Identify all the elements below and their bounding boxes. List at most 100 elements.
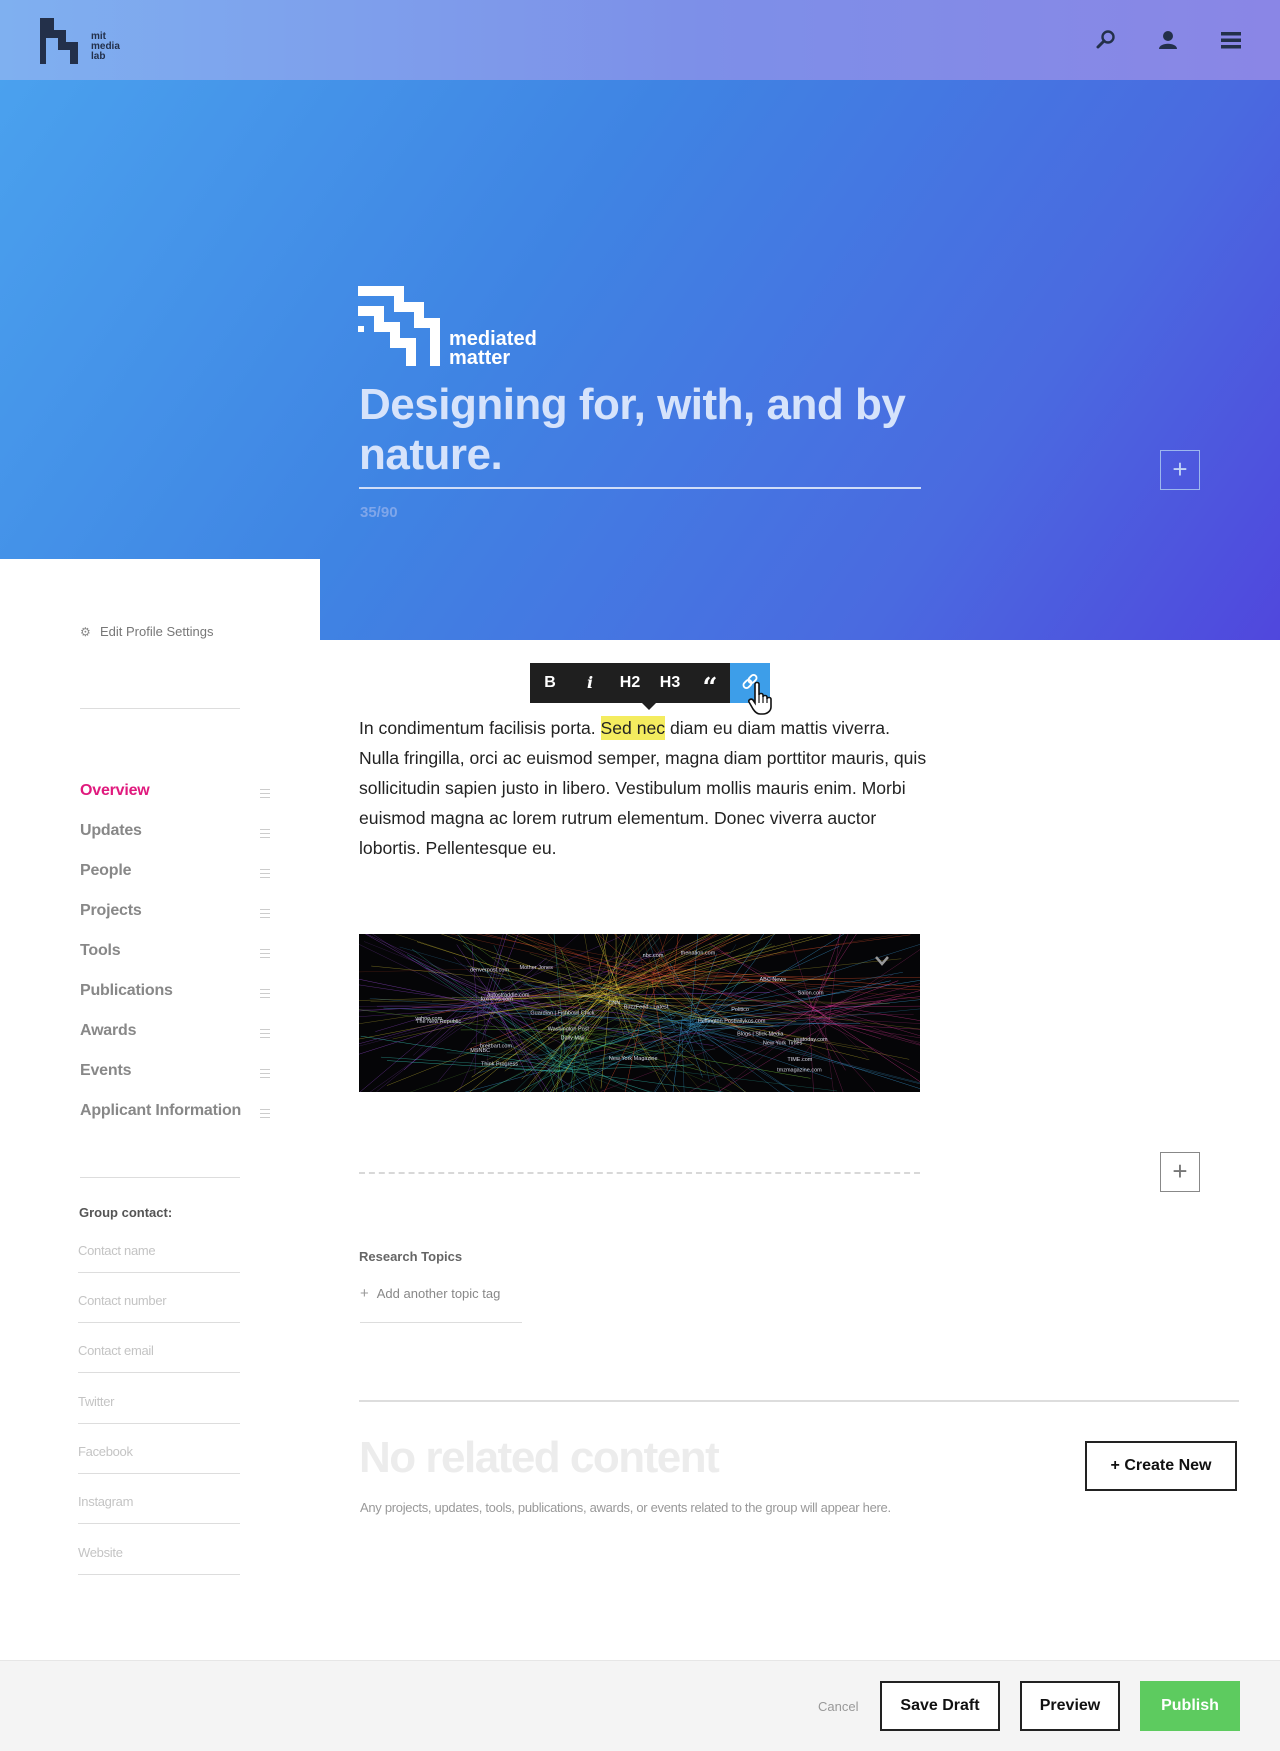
mediated-matter-logo[interactable]	[358, 286, 440, 366]
network-node-label: nbc.com	[643, 953, 664, 959]
network-node-label: dailykos.com	[734, 1019, 766, 1025]
sidebar-item-events[interactable]: Events	[80, 1062, 270, 1086]
drag-handle-icon[interactable]	[260, 1029, 270, 1038]
network-node-label: thenation.com	[681, 950, 716, 956]
twitter-field[interactable]: Twitter	[78, 1394, 240, 1424]
sidebar-item-label: Applicant Information	[80, 1102, 242, 1119]
save-draft-button[interactable]: Save Draft	[880, 1681, 1000, 1731]
edit-profile-settings-link[interactable]: ⚙ Edit Profile Settings	[80, 624, 213, 639]
network-visualization-image[interactable]: CNN ABC News The New Republic denverpost.co…	[359, 934, 920, 1092]
sidebar-item-awards[interactable]: Awards	[80, 1022, 270, 1046]
search-icon[interactable]	[1094, 28, 1118, 52]
sidebar-divider	[80, 708, 240, 709]
drag-handle-icon[interactable]	[260, 1069, 270, 1078]
network-edge	[788, 934, 815, 1015]
add-content-block-button[interactable]: +	[1160, 1152, 1200, 1192]
contact-name-field[interactable]: Contact name	[78, 1243, 240, 1273]
add-topic-tag-input[interactable]: + Add another topic tag	[360, 1285, 522, 1323]
network-node-label: Mother Jones	[520, 965, 554, 971]
instagram-field[interactable]: Instagram	[78, 1494, 240, 1524]
network-node-label: Huffington Post	[698, 1019, 736, 1025]
hand-cursor-icon	[748, 681, 772, 715]
sidebar-item-label: Updates	[80, 822, 142, 839]
network-node-label: New York Times	[763, 1041, 803, 1047]
top-bar	[0, 0, 1280, 80]
network-edge	[675, 1008, 920, 1033]
sidebar-item-people[interactable]: People	[80, 862, 270, 886]
network-edge	[517, 934, 624, 990]
related-section-divider	[359, 1400, 1239, 1402]
network-node-label: tmzmagazine.com	[777, 1067, 822, 1073]
website-field[interactable]: Website	[78, 1545, 240, 1575]
no-related-content-description: Any projects, updates, tools, publicatio…	[360, 1500, 891, 1515]
network-node-label: Politico	[731, 1007, 749, 1013]
menu-icon[interactable]	[1219, 28, 1243, 52]
h2-button[interactable]: H2	[610, 663, 650, 703]
network-edge	[814, 1019, 846, 1071]
contact-number-field[interactable]: Contact number	[78, 1293, 240, 1323]
network-node-label: Salon.com	[798, 990, 824, 996]
sidebar-item-overview[interactable]: Overview	[80, 782, 270, 806]
user-icon[interactable]	[1156, 28, 1180, 52]
page-title[interactable]: Designing for, with, and by nature.	[359, 380, 919, 480]
facebook-field[interactable]: Facebook	[78, 1444, 240, 1474]
network-edge	[823, 1018, 834, 1092]
drag-handle-icon[interactable]	[260, 909, 270, 918]
network-node-label: BuzzFeed - Latest	[624, 1004, 669, 1010]
edit-profile-label: Edit Profile Settings	[100, 624, 214, 639]
network-node-label: New York Magazine	[609, 1056, 658, 1062]
network-edge	[652, 982, 702, 1019]
sidebar-item-applicant-information[interactable]: Applicant Information	[80, 1102, 270, 1126]
sidebar-item-updates[interactable]: Updates	[80, 822, 270, 846]
sidebar-item-publications[interactable]: Publications	[80, 982, 270, 1006]
quote-button[interactable]: “	[690, 663, 730, 703]
drag-handle-icon[interactable]	[260, 949, 270, 958]
network-node-label: CNN	[608, 1001, 620, 1007]
publish-button[interactable]: Publish	[1140, 1681, 1240, 1731]
bold-button[interactable]: B	[530, 663, 570, 703]
add-topic-placeholder: Add another topic tag	[376, 1286, 501, 1301]
network-edge	[822, 1001, 882, 1021]
drag-handle-icon[interactable]	[260, 1109, 270, 1118]
network-node-label: ABC News	[759, 977, 786, 983]
sidebar-item-label: Overview	[80, 782, 150, 799]
group-contact-label: Group contact:	[79, 1205, 173, 1220]
network-edge	[817, 1022, 844, 1092]
network-node-label: Blogs | Slick Media	[737, 1032, 784, 1038]
sidebar-item-label: Projects	[80, 902, 142, 919]
selected-text[interactable]: Sed nec	[600, 716, 666, 740]
contact-email-field[interactable]: Contact email	[78, 1343, 240, 1373]
network-edge	[474, 997, 479, 1074]
h3-button[interactable]: H3	[650, 663, 690, 703]
body-paragraph[interactable]: In condimentum facilisis porta. Sed nec …	[359, 713, 929, 863]
research-topics-label: Research Topics	[359, 1249, 463, 1264]
cancel-button[interactable]: Cancel	[818, 1699, 858, 1714]
network-node-label: autostraddle.com	[487, 992, 530, 998]
network-edge	[609, 991, 920, 1030]
network-edge	[703, 960, 815, 1011]
network-edge	[372, 934, 475, 1001]
plus-icon: +	[360, 1285, 369, 1302]
add-hero-media-button[interactable]: +	[1160, 450, 1200, 490]
network-edge	[806, 1016, 876, 1092]
create-new-button[interactable]: + Create New	[1085, 1441, 1237, 1491]
drag-handle-icon[interactable]	[260, 989, 270, 998]
sidebar-item-projects[interactable]: Projects	[80, 902, 270, 926]
title-char-counter: 35/90	[360, 504, 398, 521]
drag-handle-icon[interactable]	[260, 829, 270, 838]
sidebar-item-tools[interactable]: Tools	[80, 942, 270, 966]
network-node-label: yahoo.com	[415, 1016, 442, 1022]
hero-banner	[0, 80, 1280, 640]
sidebar-item-label: Publications	[80, 982, 173, 999]
network-node-label: TIME.com	[787, 1057, 812, 1063]
toolbar-caret	[642, 703, 656, 710]
drag-handle-icon[interactable]	[260, 869, 270, 878]
preview-button[interactable]: Preview	[1020, 1681, 1120, 1731]
network-edge	[827, 1014, 914, 1016]
network-node-label: Think Progress	[481, 1062, 518, 1068]
network-node-label: Guardian | Fishbowl Chick	[530, 1010, 594, 1016]
italic-button[interactable]: i	[570, 663, 610, 703]
chevron-down-icon[interactable]	[875, 956, 889, 966]
network-node-label: breitbart.com	[480, 1043, 513, 1049]
drag-handle-icon[interactable]	[260, 789, 270, 798]
